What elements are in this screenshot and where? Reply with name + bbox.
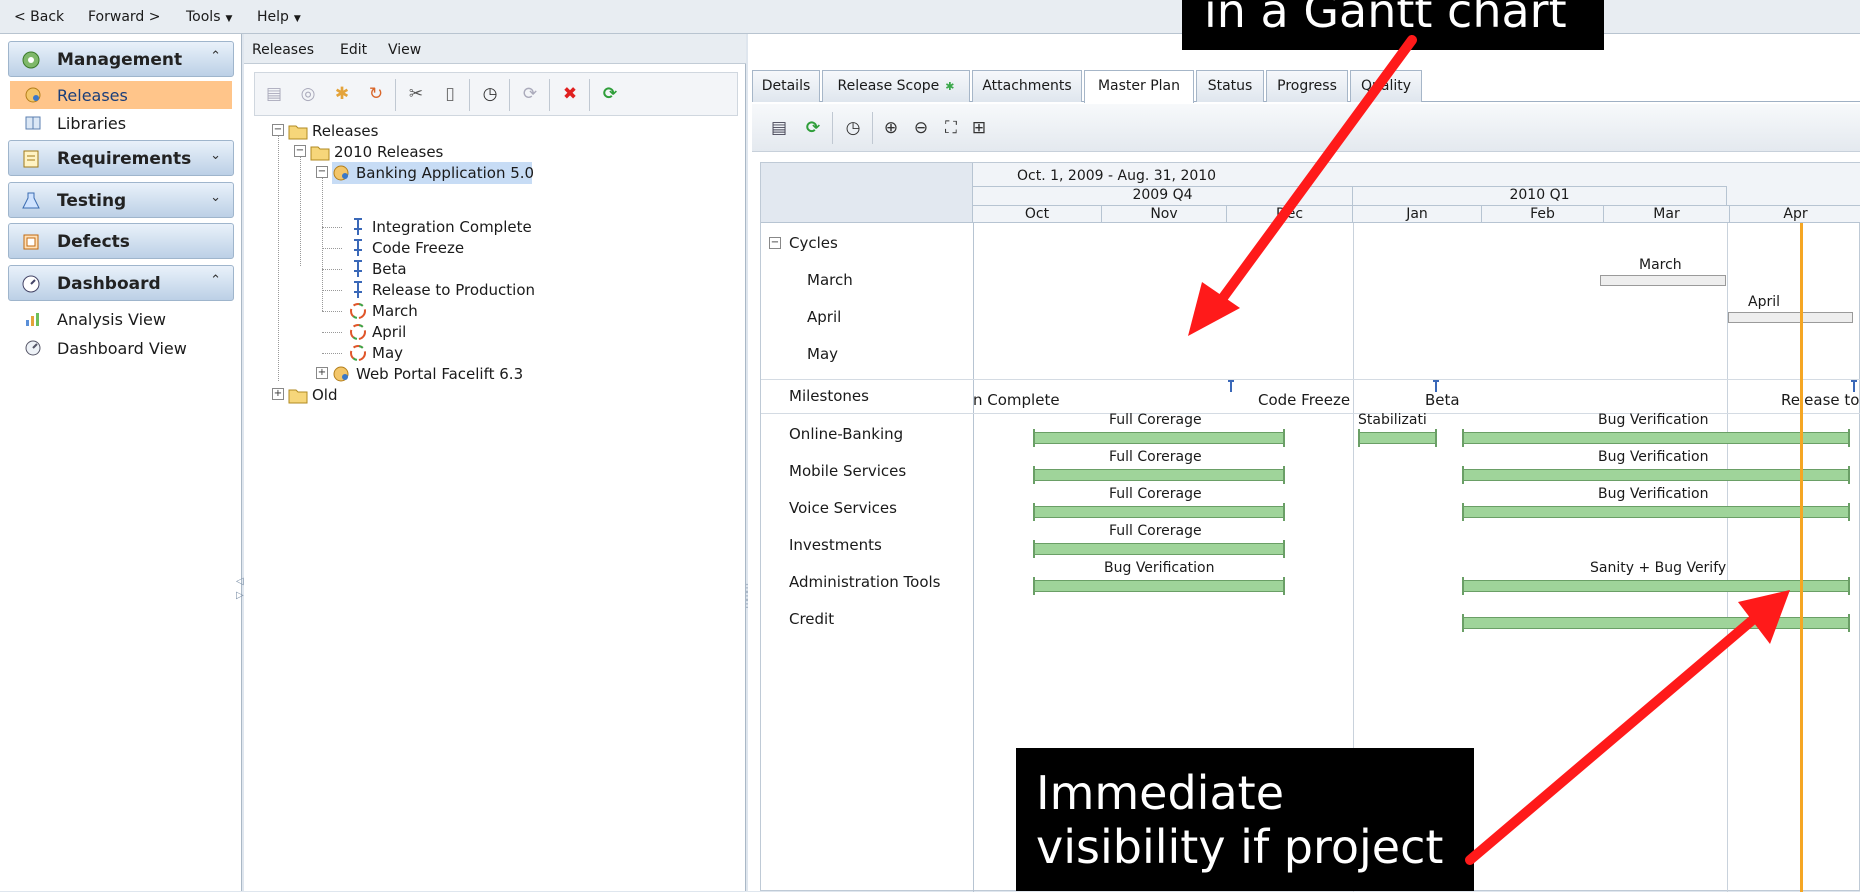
annotation-arrows <box>1188 35 1790 865</box>
arrow-to-today-line <box>1465 607 1767 865</box>
arrow-head-icon <box>1738 590 1790 644</box>
arrow-to-gantt <box>1209 35 1417 315</box>
